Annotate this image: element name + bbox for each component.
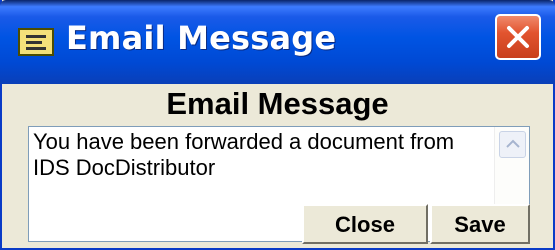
message-text: You have been forwarded a document from … (33, 129, 455, 180)
dialog-body: Email Message You have been forwarded a … (2, 84, 553, 248)
title-bar[interactable]: Email Message (0, 0, 555, 84)
save-button[interactable]: Save (430, 204, 530, 244)
dialog-heading: Email Message (166, 86, 389, 121)
window-title: Email Message (66, 19, 337, 57)
close-icon (507, 26, 529, 48)
close-button[interactable]: Close (302, 204, 428, 244)
arrow-up-icon (506, 139, 520, 148)
email-message-window: Email Message Email Message You have bee… (0, 0, 555, 250)
window-close-button[interactable] (495, 14, 541, 60)
scroll-up-button[interactable] (499, 131, 526, 158)
memo-icon (18, 28, 54, 56)
